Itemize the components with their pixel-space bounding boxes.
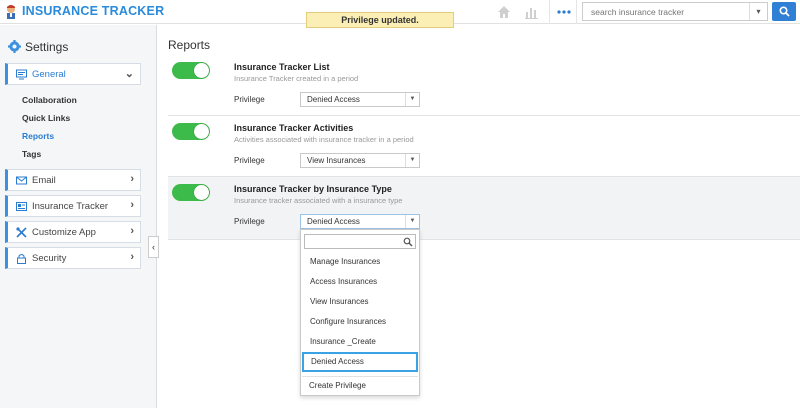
sidebar-item-label: Customize App: [32, 227, 96, 238]
caret-down-icon: ▼: [405, 93, 419, 106]
privilege-label: Privilege: [234, 95, 265, 104]
gear-icon: [8, 40, 21, 53]
report-toggle[interactable]: [172, 62, 210, 79]
report-title: Insurance Tracker Activities: [234, 123, 354, 133]
settings-heading: Settings: [8, 40, 68, 54]
report-row: Insurance Tracker Activities Activities …: [168, 116, 800, 177]
bar-chart-icon[interactable]: [524, 4, 540, 20]
dropdown-option-selected[interactable]: Denied Access: [302, 352, 418, 372]
report-row: Insurance Tracker by Insurance Type Insu…: [168, 177, 800, 240]
chevron-right-icon: ›: [130, 173, 134, 185]
sidebar-item-general[interactable]: General ⌄: [5, 63, 141, 85]
page-title: Reports: [168, 38, 211, 52]
sidebar-item-email[interactable]: Email ›: [5, 169, 141, 191]
privilege-select[interactable]: View Insurances ▼: [300, 153, 420, 168]
report-description: Activities associated with insurance tra…: [234, 135, 414, 144]
toast-message: Privilege updated.: [306, 12, 454, 28]
caret-down-icon: ▼: [405, 215, 419, 228]
dropdown-option[interactable]: View Insurances: [302, 292, 418, 312]
sidebar-collapse-button[interactable]: ‹: [148, 236, 159, 258]
chevron-right-icon: ›: [130, 225, 134, 237]
sidebar-subitem-reports[interactable]: Reports: [22, 131, 54, 141]
report-description: Insurance tracker associated with a insu…: [234, 196, 403, 205]
privilege-dropdown: Manage Insurances Access Insurances View…: [300, 229, 420, 396]
envelope-icon: [16, 176, 27, 185]
search-icon: [403, 237, 413, 247]
more-dots-icon[interactable]: [556, 4, 572, 20]
toggle-knob: [194, 63, 209, 78]
dropdown-option[interactable]: Access Insurances: [302, 272, 418, 292]
dropdown-option[interactable]: Manage Insurances: [302, 252, 418, 272]
chevron-right-icon: ›: [130, 199, 134, 211]
report-toggle[interactable]: [172, 123, 210, 140]
dropdown-option[interactable]: Insurance _Create: [302, 332, 418, 352]
report-toggle[interactable]: [172, 184, 210, 201]
create-privilege-link[interactable]: Create Privilege: [302, 376, 418, 394]
sidebar-subitem-collaboration[interactable]: Collaboration: [22, 95, 77, 105]
sidebar-subitem-tags[interactable]: Tags: [22, 149, 41, 159]
sidebar-item-label: Insurance Tracker: [32, 201, 109, 212]
toggle-knob: [194, 124, 209, 139]
sidebar-item-label: Security: [32, 253, 67, 264]
privilege-value: Denied Access: [307, 95, 360, 104]
search-scope-dropdown[interactable]: ▾: [749, 3, 767, 20]
lock-icon: [17, 254, 26, 264]
settings-title: Settings: [25, 40, 69, 54]
monitor-icon: [16, 69, 27, 80]
toggle-knob: [194, 185, 209, 200]
privilege-value: View Insurances: [307, 156, 366, 165]
privilege-select[interactable]: Denied Access ▼: [300, 92, 420, 107]
toolbar-divider: [549, 0, 550, 24]
sidebar-item-label: Email: [32, 175, 56, 186]
privilege-value: Denied Access: [307, 217, 360, 226]
privilege-select[interactable]: Denied Access ▼: [300, 214, 420, 229]
card-icon: [16, 202, 27, 211]
sidebar-item-customize-app[interactable]: Customize App ›: [5, 221, 141, 243]
sidebar-subitem-quick-links[interactable]: Quick Links: [22, 113, 70, 123]
report-title: Insurance Tracker by Insurance Type: [234, 184, 392, 194]
privilege-label: Privilege: [234, 217, 265, 226]
search-icon: [779, 6, 790, 17]
search-input[interactable]: [583, 3, 749, 20]
app-logo-icon: [7, 5, 15, 19]
tools-icon: [16, 227, 27, 238]
top-bar: INSURANCE TRACKER Privilege updated. ▾: [0, 0, 800, 28]
sidebar-item-insurance-tracker[interactable]: Insurance Tracker ›: [5, 195, 141, 217]
caret-down-icon: ▼: [405, 154, 419, 167]
sidebar-item-label: General: [32, 69, 66, 80]
report-description: Insurance Tracker created in a period: [234, 74, 359, 83]
search-button[interactable]: [772, 2, 796, 21]
sidebar: Settings General ⌄ Collaboration Quick L…: [0, 25, 157, 408]
report-title: Insurance Tracker List: [234, 62, 330, 72]
dropdown-option[interactable]: Configure Insurances: [302, 312, 418, 332]
search-box: ▾: [582, 2, 768, 21]
home-icon[interactable]: [496, 4, 512, 20]
privilege-label: Privilege: [234, 156, 265, 165]
report-row: Insurance Tracker List Insurance Tracker…: [168, 55, 800, 116]
toolbar-divider: [576, 0, 577, 24]
dropdown-search-input[interactable]: [304, 234, 416, 249]
chevron-down-icon: ⌄: [124, 68, 134, 80]
chevron-right-icon: ›: [130, 251, 134, 263]
sidebar-item-security[interactable]: Security ›: [5, 247, 141, 269]
app-title[interactable]: INSURANCE TRACKER: [22, 4, 164, 18]
